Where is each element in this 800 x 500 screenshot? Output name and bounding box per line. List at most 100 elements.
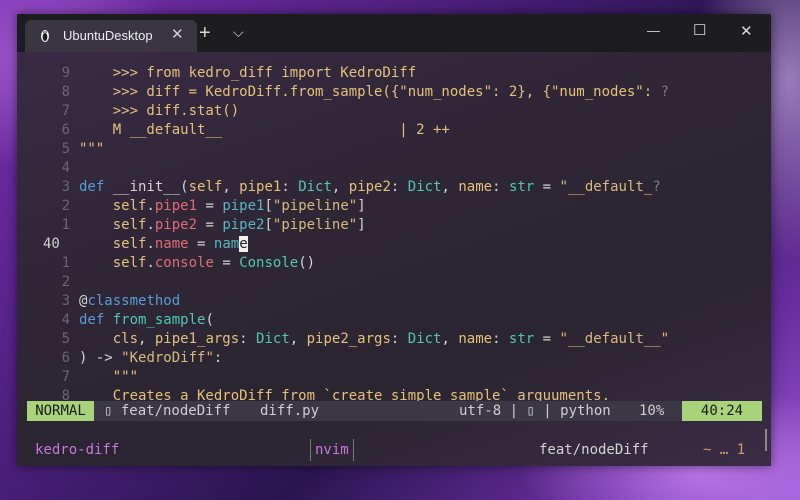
code-line[interactable]: 6 M __default__ | 2 ++ [17, 121, 771, 140]
code-text: self.name = name [79, 235, 248, 254]
code-line[interactable]: 7 """ [17, 368, 771, 387]
code-token: : [492, 331, 509, 347]
code-token: ) -> [79, 350, 122, 366]
code-token: ? [660, 84, 670, 100]
code-line[interactable]: 4 def from_sample( [17, 311, 771, 330]
code-token: ( [205, 312, 214, 328]
line-number: 7 [61, 103, 70, 119]
tmux-statusbar: kedro-diff nvim feat/nodeDiff ~ … 1 [17, 434, 771, 466]
code-token: "__default__" [559, 331, 670, 347]
code-token: "pipeline" [272, 217, 358, 233]
code-token: [ [264, 217, 273, 233]
line-number: 6 [61, 122, 70, 138]
code-line[interactable]: 8 >>> diff = KedroDiff.from_sample({"num… [17, 83, 771, 102]
code-token: self [79, 236, 147, 252]
code-line[interactable]: 9 >>> from kedro_diff import KedroDiff [17, 64, 771, 83]
tab-dropdown-icon[interactable]: ⌵ [233, 24, 244, 41]
code-line[interactable]: 3 def __init__(self, pipe1: Dict, pipe2: … [17, 178, 771, 197]
code-line[interactable]: 3 @classmethod [17, 292, 771, 311]
code-line[interactable]: 4 [17, 159, 771, 178]
code-token: Dict [256, 331, 290, 347]
cursor-position: 40:24 [682, 401, 762, 421]
code-token: , [222, 179, 240, 195]
code-text: """ [79, 368, 138, 387]
linux-penguin-icon [37, 27, 53, 43]
code-token: M __default__ | 2 ++ [79, 122, 450, 138]
close-button[interactable]: ✕ [740, 22, 753, 40]
code-token: : [390, 331, 408, 347]
scrollbar[interactable] [765, 429, 767, 451]
code-token: . [146, 217, 155, 233]
line-number: 40 [43, 236, 60, 252]
code-line[interactable]: 5 cls, pipe1_args: Dict, pipe2_args: Dic… [17, 330, 771, 349]
line-number: 4 [61, 312, 70, 328]
code-token: def [79, 312, 113, 328]
code-token: . [146, 198, 155, 214]
code-token: >>> diff = KedroDiff.from_sample({"num_n… [79, 84, 661, 100]
code-token: : [390, 179, 408, 195]
code-token: , [441, 331, 459, 347]
code-line[interactable]: 1 self.console = Console() [17, 254, 771, 273]
line-number: 7 [61, 369, 70, 385]
code-text: def from_sample( [79, 311, 214, 330]
code-token: cls [79, 331, 139, 347]
code-token: : [213, 350, 223, 366]
code-line[interactable]: 1 self.pipe2 = pipe2["pipeline"] [17, 216, 771, 235]
code-line[interactable]: 2 self.pipe1 = pipe1["pipeline"] [17, 197, 771, 216]
code-token: name [458, 179, 493, 195]
encoding-filetype: utf-8 | ▯ | python [459, 403, 611, 419]
code-text: M __default__ | 2 ++ [79, 121, 450, 140]
code-token: str [508, 179, 535, 195]
scroll-percent: 10% [639, 403, 665, 419]
code-token: """ [79, 369, 139, 385]
code-line[interactable]: 2 [17, 273, 771, 292]
code-token: , [138, 331, 155, 347]
code-token: """ [79, 141, 105, 157]
code-token: self [188, 179, 223, 195]
code-token: Dict [407, 331, 442, 347]
code-text: self.pipe2 = pipe2["pipeline"] [79, 216, 366, 235]
mode-indicator: NORMAL [27, 401, 94, 421]
tab-close-icon[interactable]: ✕ [171, 25, 184, 43]
maximize-button[interactable]: ☐ [693, 21, 706, 39]
code-token: "pipeline" [272, 198, 358, 214]
code-line[interactable]: 7 >>> diff.stat() [17, 102, 771, 121]
code-text: >>> diff.stat() [79, 102, 239, 121]
code-token: "__default_ [559, 179, 653, 195]
code-token: ( [180, 179, 189, 195]
code-token: pipe2 [348, 179, 391, 195]
code-token: : [492, 179, 509, 195]
code-token: Dict [407, 179, 442, 195]
line-number: 5 [61, 141, 70, 157]
code-token: Console [239, 255, 299, 271]
tmux-window-nvim[interactable]: nvim [310, 439, 354, 461]
line-number: 3 [61, 293, 70, 309]
code-token: pipe1 [222, 198, 265, 214]
code-token: self [79, 255, 147, 271]
code-token: : [281, 179, 299, 195]
code-token: __init__ [112, 179, 181, 195]
code-token: [ [264, 198, 273, 214]
line-number: 2 [61, 274, 70, 290]
code-token: nam [213, 236, 240, 252]
git-branch-label: ▯ feat/nodeDiff [104, 403, 231, 419]
code-line[interactable]: 5 """ [17, 140, 771, 159]
new-tab-button[interactable]: + [199, 22, 211, 45]
code-token: , [289, 331, 307, 347]
code-token: pipe2 [154, 217, 198, 233]
code-token: , [331, 179, 349, 195]
code-token: >>> diff.stat() [79, 103, 240, 119]
code-token: Dict [298, 179, 332, 195]
code-token: pipe2_args [306, 331, 391, 347]
code-token: ] [357, 198, 366, 214]
tab-ubuntu-desktop[interactable]: UbuntuDesktop ✕ [25, 20, 197, 52]
code-line[interactable]: 6) -> "KedroDiff": [17, 349, 771, 368]
code-line[interactable]: 40 self.name = name [17, 235, 771, 254]
code-text: self.pipe1 = pipe1["pipeline"] [79, 197, 366, 216]
terminal-window: UbuntuDesktop ✕ + ⌵ — ☐ ✕ 9 >>> from ked… [17, 14, 771, 466]
code-token: : [239, 331, 257, 347]
tmux-git-status: ~ … 1 [703, 442, 746, 458]
minimize-button[interactable]: — [647, 23, 660, 38]
code-token: from_sample [112, 312, 206, 328]
code-token: = [534, 179, 560, 195]
